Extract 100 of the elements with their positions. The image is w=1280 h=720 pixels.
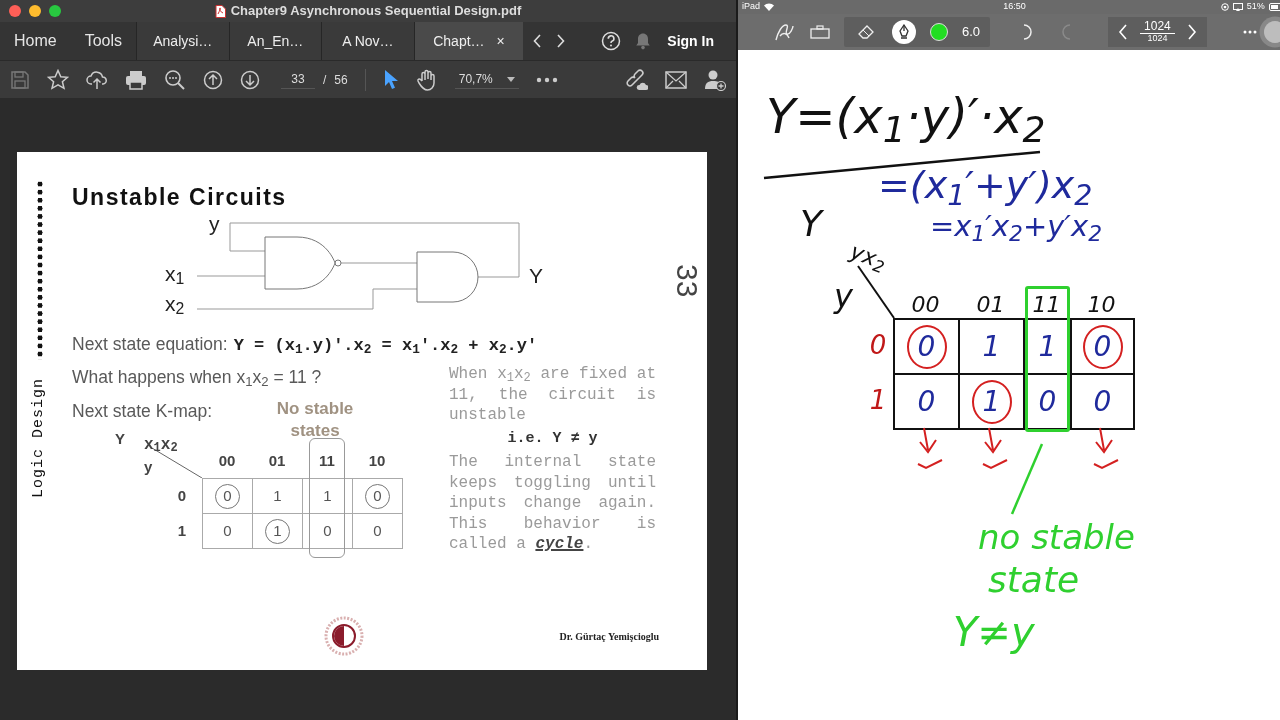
handwritten-value: 1 <box>971 379 1012 424</box>
column-header: 01 <box>267 450 287 471</box>
page-total: 56 <box>334 71 348 89</box>
more-icon[interactable] <box>1242 30 1257 34</box>
question-text: What happens when x$_{1}$x$_{2}$ = 11 ? <box>72 366 323 391</box>
cloud-upload-icon[interactable] <box>86 69 108 90</box>
nav-link[interactable]: Tools <box>70 22 137 60</box>
handwritten-column-header: 01 <box>975 290 1006 318</box>
page-number: 33 <box>672 264 702 300</box>
eraser-icon <box>858 25 874 39</box>
mail-icon[interactable] <box>665 70 687 89</box>
kmap-value: 1 <box>272 486 283 507</box>
handwritten-equation: =(x$_{1}$′+y′)x$_{2}$ <box>878 166 1093 204</box>
ruler-tray-icon[interactable] <box>810 25 830 39</box>
next-page-icon[interactable] <box>240 69 260 90</box>
clock: 16:50 <box>1003 0 1026 14</box>
forward-chevron-icon[interactable] <box>556 34 566 48</box>
caret-icon <box>506 76 515 82</box>
handwritten-column-header: 11 <box>1031 290 1062 318</box>
column-header: 10 <box>367 450 387 471</box>
kmap-value: 0 <box>322 521 333 542</box>
pen-tool-button[interactable] <box>892 20 916 44</box>
lock-rotation-icon <box>1220 3 1229 11</box>
side-label: Logic Design <box>29 378 49 499</box>
equation-label: Next state equation: <box>72 332 228 356</box>
conclusion-text: i.e. Y ≠ y <box>506 428 599 449</box>
sign-in-link[interactable]: Sign In <box>661 22 736 60</box>
column-header: 00 <box>217 450 237 471</box>
window-title: Chapter9 Asynchronous Sequential Design.pdf <box>230 2 522 21</box>
zoom-dropdown[interactable]: 70,7% <box>454 70 519 89</box>
link-cloud-icon[interactable] <box>626 68 648 91</box>
bell-icon[interactable] <box>635 32 652 50</box>
slide-title: Unstable Circuits <box>72 183 288 212</box>
handwritten-value: 0 <box>1082 324 1123 369</box>
handwritten-value: 0 <box>906 324 947 369</box>
handwritten-note: Y≠y <box>953 612 1035 652</box>
page-separator: / <box>323 71 327 89</box>
kmap-value: 0 <box>222 521 233 542</box>
previous-page-icon[interactable] <box>1118 24 1129 40</box>
airplay-icon <box>1232 3 1243 11</box>
current-page: 1024 <box>1140 20 1175 35</box>
explanation-text: When x$_{1}$x$_{2}$ are fixed at 11, the circuit is unstable <box>449 364 656 426</box>
document-tab[interactable]: Chapt… × <box>413 22 524 60</box>
row-header: 1 <box>176 520 188 541</box>
pen-icon <box>897 24 911 40</box>
printer-icon[interactable] <box>125 69 147 90</box>
column-header: 11 <box>318 450 336 471</box>
next-page-icon[interactable] <box>1186 24 1197 40</box>
handwritten-note: state <box>988 562 1080 598</box>
handwritten-note: no stable <box>978 520 1135 554</box>
equation: Y = (x$_{1}$.y)′.x$_{2}$ = x$_{1}$′.x$_{2}$ + x$_{2}$.y′ <box>233 334 538 358</box>
pen-size: 6.0 <box>962 23 981 42</box>
handwritten-equation: =x$_{1}$′x$_{2}$+y′x$_{2}$ <box>930 212 1102 241</box>
star-icon[interactable] <box>47 68 69 91</box>
circuit-label: y <box>209 212 220 234</box>
tab-close-button[interactable]: × <box>496 30 505 52</box>
save-icon[interactable] <box>10 69 30 90</box>
kmap-value: 1 <box>322 486 333 507</box>
row-header: 0 <box>176 485 188 506</box>
circuit-label: x$_{1}$ <box>165 262 185 284</box>
handwritten-value: 1 <box>981 328 1002 365</box>
column-variable: x$_{1}$x$_{2}$ <box>144 435 178 458</box>
handwritten-label: Y <box>800 206 822 242</box>
document-tab[interactable]: A Nov… <box>321 22 414 60</box>
note-text: No stable states <box>275 398 355 443</box>
pointer-icon[interactable] <box>382 68 399 91</box>
author-name: Dr. Gürtaç Yemişcioglu <box>559 629 659 644</box>
circuit-label: x$_{2}$ <box>165 292 185 314</box>
zoom-out-icon[interactable] <box>164 68 186 91</box>
handwritten-column-header: 10 <box>1086 290 1117 318</box>
handwritten-value: 0 <box>916 383 937 420</box>
document-tab[interactable]: An_En… <box>228 22 322 60</box>
page-number-field[interactable]: 33 <box>281 70 315 89</box>
device-name: iPad <box>742 0 760 14</box>
handwritten-row-header: 0 <box>868 329 888 362</box>
minimize-button[interactable] <box>29 5 41 17</box>
page-count: 1024 <box>1147 34 1168 44</box>
back-chevron-icon[interactable] <box>533 34 543 48</box>
document-tab[interactable]: Analysi… <box>136 22 229 60</box>
wifi-icon <box>764 3 774 11</box>
pdf-file-icon <box>214 4 226 18</box>
handwritten-value: 0 <box>1092 383 1113 420</box>
explanation-text: The internal state keeps toggling until inputs change again. This behavior is called a cycle. <box>449 452 656 555</box>
row-variable: y <box>144 457 153 478</box>
hand-icon[interactable] <box>415 68 438 91</box>
color-swatch[interactable] <box>930 23 948 41</box>
handwritten-value: 1 <box>1037 328 1058 365</box>
circuit-label: Y <box>529 264 543 286</box>
more-icon[interactable] <box>535 76 558 83</box>
scribble-icon[interactable] <box>774 22 796 42</box>
kmap-label: Next state K-map: <box>72 400 213 424</box>
handwritten-column-header: 00 <box>910 290 941 318</box>
previous-page-icon[interactable] <box>203 69 223 90</box>
kmap-value: 0 <box>372 521 383 542</box>
seal-icon <box>324 616 364 656</box>
close-window-button[interactable] <box>9 5 21 17</box>
nav-link[interactable]: Home <box>0 22 71 60</box>
add-person-icon[interactable] <box>704 68 726 91</box>
help-icon[interactable] <box>601 31 622 51</box>
zoom-button[interactable] <box>49 5 61 17</box>
